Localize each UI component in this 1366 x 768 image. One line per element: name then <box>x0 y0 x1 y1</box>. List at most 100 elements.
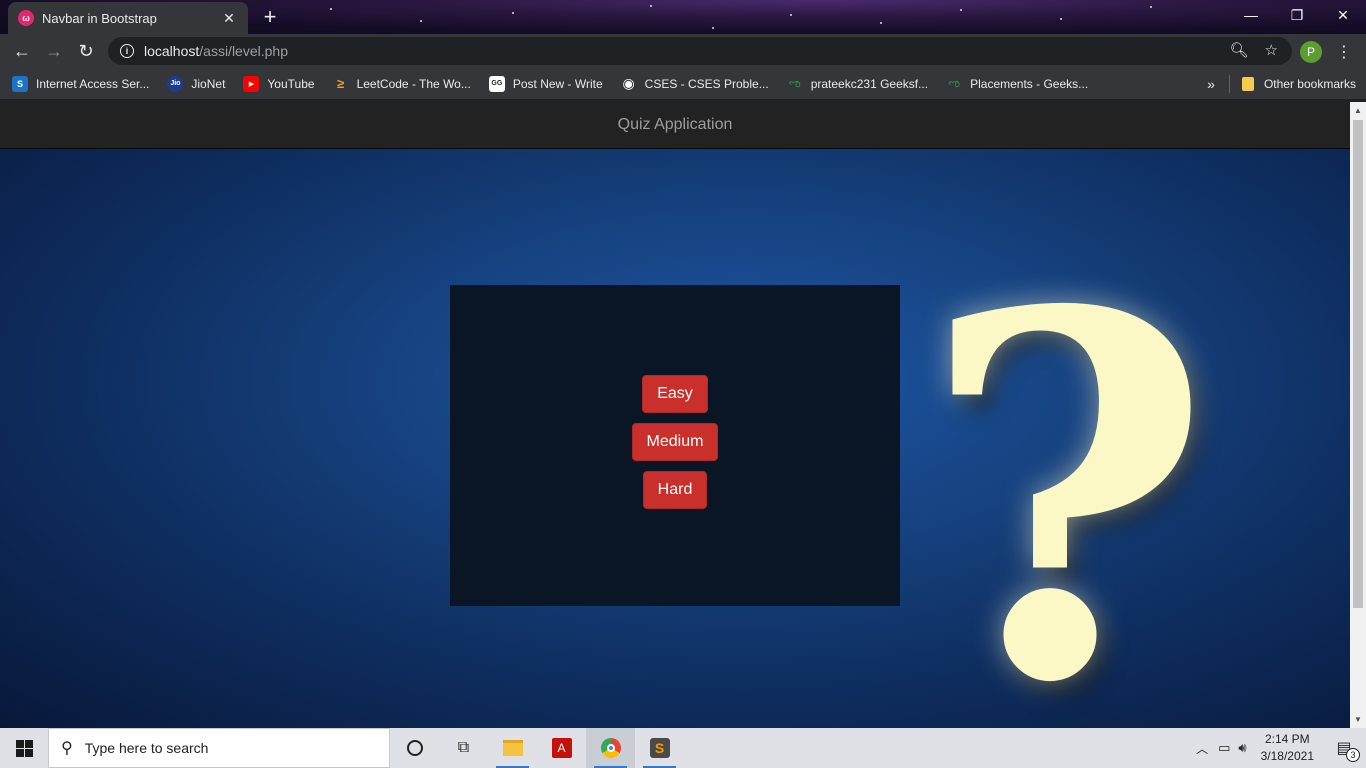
cortana-icon <box>406 740 423 756</box>
bookmark-label: Post New - Write <box>512 76 603 91</box>
battery-icon[interactable]: ▭ <box>1218 740 1230 756</box>
sublime-button[interactable]: S <box>635 728 684 768</box>
forward-button[interactable]: → <box>38 37 70 65</box>
bookmark-label: YouTube <box>267 76 315 91</box>
sublime-text-icon: S <box>649 738 670 758</box>
bookmark-item[interactable]: ◉ CSES - CSES Proble... <box>621 75 769 92</box>
profile-avatar[interactable]: P <box>1300 41 1322 63</box>
bookmarks-right: » Other bookmarks <box>1207 68 1356 100</box>
bookmark-item[interactable]: ▶ YouTube <box>243 75 315 92</box>
navbar-brand[interactable]: Quiz Application <box>618 116 733 134</box>
bookmark-item[interactable]: S Internet Access Ser... <box>12 75 150 92</box>
close-tab-icon[interactable]: ✕ <box>220 9 238 27</box>
cortana-button[interactable] <box>390 728 439 768</box>
task-view-button[interactable]: ⧉ <box>439 728 488 768</box>
back-arrow-icon: ← <box>13 40 31 61</box>
browser-toolbar: ← → ↻ i localhost/assi/level.php 🔍︎ ☆ <box>0 34 1366 68</box>
star-decoration <box>650 5 652 7</box>
zoom-icon[interactable]: 🔍︎ <box>1230 41 1249 59</box>
chrome-icon <box>600 738 621 758</box>
file-explorer-button[interactable] <box>488 728 537 768</box>
star-decoration <box>960 9 962 11</box>
leetcode-icon: ≥ <box>336 76 345 91</box>
acrobat-icon: A <box>551 738 572 758</box>
scrollbar[interactable]: ▲ ▼ <box>1350 102 1366 728</box>
clock[interactable]: 2:14 PM 3/18/2021 <box>1261 731 1314 765</box>
search-icon: ⚲ <box>61 740 73 757</box>
site-info-icon[interactable]: i <box>120 44 134 58</box>
clock-time: 2:14 PM <box>1264 732 1310 746</box>
bookmarks-bar: S Internet Access Ser... Jio JioNet ▶ Yo… <box>0 68 1366 100</box>
level-panel: Easy Medium Hard <box>450 285 900 606</box>
bootstrap-icon: ω <box>18 10 34 26</box>
star-decoration <box>1060 18 1062 20</box>
star-decoration <box>330 8 332 10</box>
page-content: Quiz Application ? Easy Medium Hard <box>0 102 1350 728</box>
task-view-icon: ⧉ <box>457 739 470 756</box>
navbar: Quiz Application <box>0 102 1350 149</box>
geeksforgeeks-icon: ಌ <box>948 76 960 90</box>
star-decoration <box>512 12 514 14</box>
youtube-icon: ▶ <box>243 75 260 92</box>
acrobat-button[interactable]: A <box>537 728 586 768</box>
bookmark-label: prateekc231 Geeksf... <box>810 76 929 91</box>
reload-button[interactable]: ↻ <box>70 37 102 65</box>
scrollbar-thumb[interactable] <box>1353 120 1363 608</box>
scroll-down-icon[interactable]: ▼ <box>1354 715 1362 724</box>
bookmark-star-icon[interactable]: ☆ <box>1265 41 1278 59</box>
bookmark-label: Placements - Geeks... <box>970 76 1089 91</box>
geeksforgeeks-icon: ಌ <box>788 76 801 90</box>
browser-menu-icon[interactable]: ⋮ <box>1334 40 1354 64</box>
address-bar[interactable]: i localhost/assi/level.php 🔍︎ ☆ <box>108 37 1292 65</box>
windows-logo-icon <box>15 739 33 757</box>
start-button[interactable] <box>0 728 48 768</box>
bookmark-item[interactable]: ಌ prateekc231 Geeksf... <box>787 76 928 92</box>
bookmark-item[interactable]: ≥ LeetCode - The Wo... <box>333 76 471 92</box>
new-tab-button[interactable]: + <box>256 4 284 29</box>
back-button[interactable]: ← <box>6 37 38 65</box>
globe-icon: ◉ <box>622 75 635 91</box>
notifications-button[interactable]: ▤ 3 <box>1322 728 1366 768</box>
chevron-up-icon[interactable]: ︿ <box>1196 740 1208 757</box>
clock-date: 3/18/2021 <box>1260 749 1314 763</box>
star-decoration <box>1150 6 1152 8</box>
reload-icon: ↻ <box>78 40 94 61</box>
easy-button[interactable]: Easy <box>642 375 708 413</box>
url-host: localhost <box>144 43 200 59</box>
jionet-icon: Jio <box>167 75 184 92</box>
bookmark-divider <box>1228 75 1230 93</box>
browser-titlebar: ω Navbar in Bootstrap ✕ + — ❐ ✕ <box>0 0 1366 34</box>
scroll-up-icon[interactable]: ▲ <box>1354 106 1362 115</box>
notification-count-badge: 3 <box>1346 748 1360 762</box>
post-new-icon: GG <box>488 75 505 92</box>
browser-tab[interactable]: ω Navbar in Bootstrap ✕ <box>8 2 248 34</box>
internet-access-icon: S <box>12 75 28 92</box>
restore-button[interactable]: ❐ <box>1274 0 1320 30</box>
windows-taskbar: ⚲ Type here to search ⧉ A S ︿ ▭ 🔊︎ 2:14 … <box>0 728 1366 768</box>
medium-button[interactable]: Medium <box>631 423 719 461</box>
close-window-button[interactable]: ✕ <box>1320 0 1366 30</box>
url-path: /assi/level.php <box>199 43 288 59</box>
bookmark-item[interactable]: Jio JioNet <box>167 75 226 92</box>
bookmark-item[interactable]: GG Post New - Write <box>488 75 603 92</box>
chrome-button[interactable] <box>586 728 635 768</box>
forward-arrow-icon: → <box>45 40 63 61</box>
bookmark-label: Internet Access Ser... <box>36 76 150 91</box>
question-mark-image: ? <box>920 205 1213 729</box>
bookmark-label: JioNet <box>191 76 226 91</box>
close-icon: ✕ <box>1337 6 1349 23</box>
bookmark-label: CSES - CSES Proble... <box>644 76 769 91</box>
bookmark-item[interactable]: ಌ Placements - Geeks... <box>946 76 1088 92</box>
search-placeholder: Type here to search <box>84 740 209 756</box>
other-bookmarks[interactable]: Other bookmarks <box>1264 77 1356 91</box>
taskbar-search[interactable]: ⚲ Type here to search <box>48 728 390 768</box>
tab-title: Navbar in Bootstrap <box>42 10 157 26</box>
star-decoration <box>420 20 422 22</box>
file-explorer-icon <box>502 740 523 756</box>
minimize-button[interactable]: — <box>1228 0 1274 30</box>
volume-icon[interactable]: 🔊︎ <box>1238 740 1246 756</box>
bookmarks-overflow-icon[interactable]: » <box>1207 76 1215 92</box>
hard-button[interactable]: Hard <box>642 471 708 509</box>
star-decoration <box>712 27 714 29</box>
system-tray: ︿ ▭ 🔊︎ 2:14 PM 3/18/2021 ▤ 3 <box>1196 728 1366 768</box>
